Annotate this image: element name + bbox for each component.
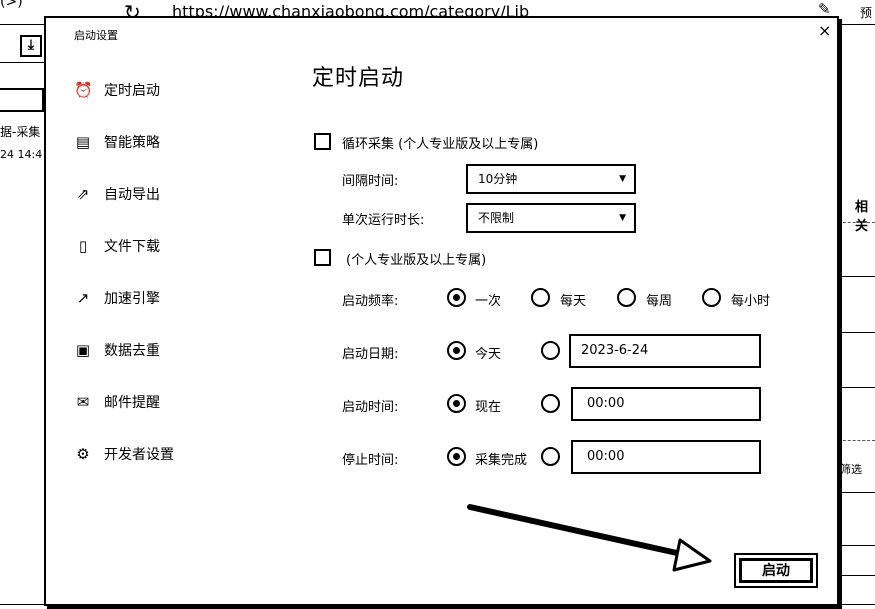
right-panel-title: 相关: [855, 200, 869, 234]
divider: [838, 387, 875, 388]
divider: [838, 222, 875, 223]
filter-label[interactable]: 筛选: [840, 461, 862, 477]
startup-settings-dialog: 启动设置 × ⏰ 定时启动 ▤ 智能策略 ⇗ 自动导出 ▯ 文件下载 ↗ 加速引…: [44, 16, 839, 606]
divider: [838, 545, 875, 546]
start-button-label: 启动: [739, 558, 813, 583]
divider: [838, 276, 875, 277]
divider: [838, 440, 875, 441]
divider: [838, 492, 875, 493]
left-input[interactable]: [0, 88, 44, 112]
left-task-time: 24 14:4: [0, 148, 43, 161]
divider: [838, 575, 875, 576]
back-symbol[interactable]: (>): [0, 0, 23, 10]
divider: [0, 62, 44, 63]
start-button[interactable]: 启动: [734, 553, 818, 588]
left-task-name: 据-采集: [0, 125, 41, 139]
preview-label[interactable]: 预: [860, 4, 872, 21]
download-icon[interactable]: ⤓: [20, 35, 42, 57]
annotation-arrow-icon: [467, 504, 712, 572]
divider: [838, 332, 875, 333]
